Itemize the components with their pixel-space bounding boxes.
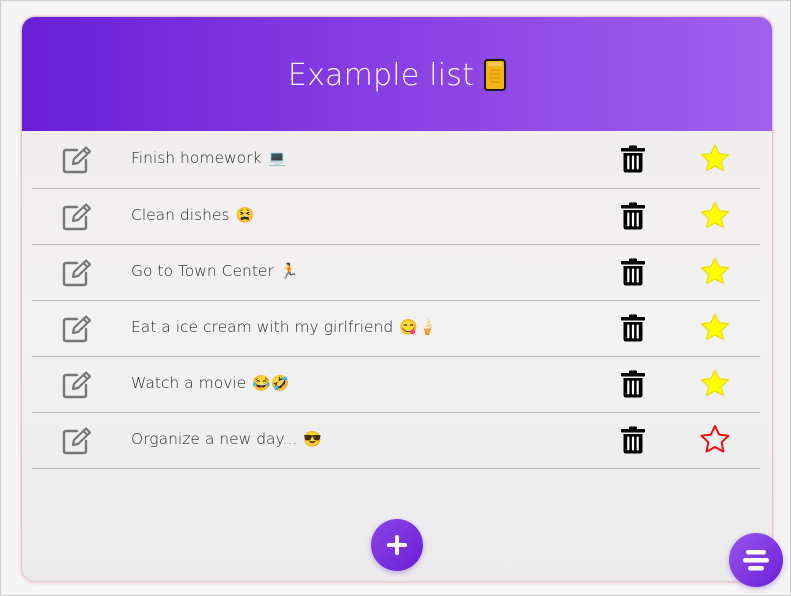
item-text: Clean dishes 😫 (131, 206, 254, 224)
item-label: Go to Town Center (131, 262, 274, 280)
item-emoji: 😂🤣 (252, 374, 290, 392)
trash-icon (621, 426, 645, 454)
trash-icon (621, 258, 645, 286)
item-text: Watch a movie 😂🤣 (131, 374, 290, 392)
list-item: Eat a ice cream with my girlfriend 😋🍦 (32, 301, 760, 357)
favorite-button[interactable] (699, 312, 731, 344)
plus-icon (387, 535, 407, 555)
favorite-button[interactable] (699, 256, 731, 288)
item-label: Finish homework (131, 149, 262, 167)
favorite-button[interactable] (699, 143, 731, 175)
delete-button[interactable] (621, 202, 645, 230)
item-emoji: 💻 (267, 149, 287, 167)
item-label: Watch a movie (131, 374, 247, 392)
star-filled-icon (701, 313, 729, 341)
edit-icon (62, 259, 92, 287)
delete-button[interactable] (621, 370, 645, 398)
item-text: Organize a new day... 😎 (131, 430, 322, 448)
list-item: Go to Town Center 🏃 (32, 245, 760, 301)
item-emoji: 🏃 (279, 262, 299, 280)
edit-button[interactable] (62, 203, 92, 231)
add-item-button[interactable] (371, 519, 423, 571)
item-label: Clean dishes (131, 206, 230, 224)
list-item: Organize a new day... 😎 (32, 413, 760, 469)
edit-button[interactable] (62, 259, 92, 287)
star-outline-icon (700, 425, 730, 453)
item-label: Organize a new day... (131, 430, 298, 448)
delete-button[interactable] (621, 145, 645, 173)
edit-button[interactable] (62, 371, 92, 399)
list-item: Finish homework 💻 (32, 132, 760, 189)
edit-icon (62, 146, 92, 174)
trash-icon (621, 370, 645, 398)
item-text: Eat a ice cream with my girlfriend 😋🍦 (131, 318, 437, 336)
item-emoji: 😎 (303, 430, 322, 448)
trash-icon (621, 202, 645, 230)
item-emoji: 😋🍦 (399, 318, 437, 336)
favorite-button[interactable] (699, 424, 731, 456)
edit-icon (62, 315, 92, 343)
edit-button[interactable] (62, 427, 92, 455)
todo-list: Finish homework 💻 Clean dishes 😫 Go to Town … (32, 132, 760, 469)
favorite-button[interactable] (699, 200, 731, 232)
item-text: Go to Town Center 🏃 (131, 262, 299, 280)
star-filled-icon (701, 257, 729, 285)
menu-icon (743, 550, 769, 571)
menu-button[interactable] (729, 533, 783, 587)
edit-button[interactable] (62, 146, 92, 174)
edit-icon (62, 427, 92, 455)
star-filled-icon (701, 144, 729, 172)
delete-button[interactable] (621, 426, 645, 454)
page-title: Example list (287, 57, 475, 93)
notebook-icon (484, 59, 507, 91)
item-text: Finish homework 💻 (131, 149, 286, 167)
delete-button[interactable] (621, 258, 645, 286)
delete-button[interactable] (621, 314, 645, 342)
favorite-button[interactable] (699, 368, 731, 400)
edit-icon (62, 371, 92, 399)
star-filled-icon (701, 369, 729, 397)
todo-card: Example list Finish homework 💻 Clean dishe… (21, 16, 773, 582)
star-filled-icon (701, 201, 729, 229)
trash-icon (621, 314, 645, 342)
edit-button[interactable] (62, 315, 92, 343)
card-header: Example list (22, 17, 772, 131)
item-emoji: 😫 (235, 206, 255, 224)
title-wrap: Example list (287, 57, 507, 93)
edit-icon (62, 203, 92, 231)
list-item: Clean dishes 😫 (32, 189, 760, 245)
item-label: Eat a ice cream with my girlfriend (131, 318, 394, 336)
list-item: Watch a movie 😂🤣 (32, 357, 760, 413)
trash-icon (621, 145, 645, 173)
